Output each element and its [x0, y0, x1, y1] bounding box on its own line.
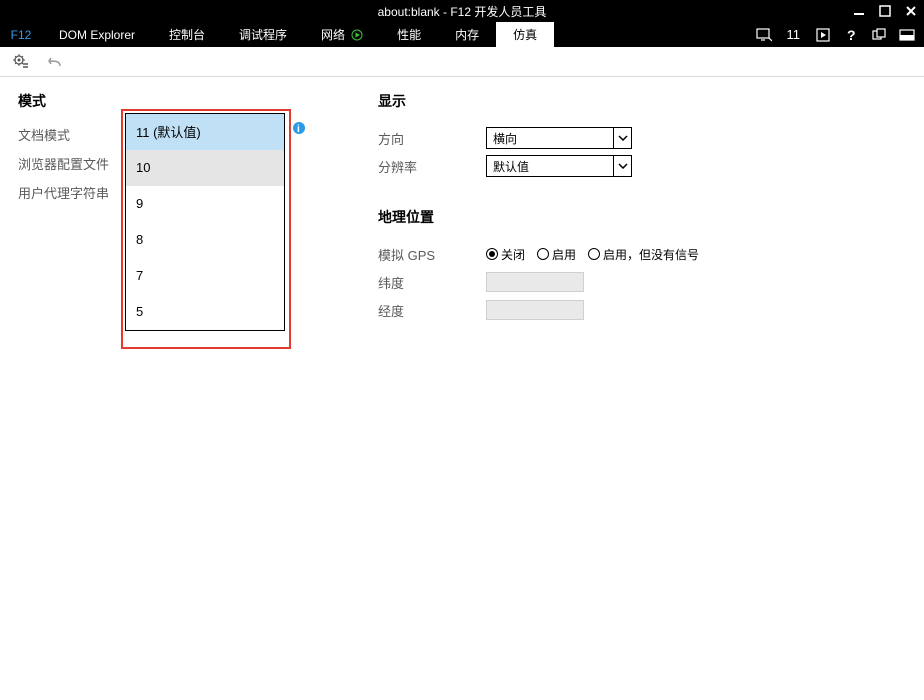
radio-icon	[486, 248, 498, 260]
dock-icon[interactable]	[894, 22, 920, 47]
emulation-toolbar	[0, 47, 924, 77]
orientation-select[interactable]: 横向	[486, 127, 632, 149]
minimize-button[interactable]	[846, 0, 872, 22]
window-title: about:blank - F12 开发人员工具	[378, 3, 547, 20]
gps-on-radio[interactable]: 启用	[537, 246, 576, 263]
tabbar-right: 11 ?	[751, 22, 924, 47]
settings-icon[interactable]	[10, 51, 32, 73]
resolution-select[interactable]: 默认值	[486, 155, 632, 177]
mode-title: 模式	[18, 91, 378, 111]
target-icon[interactable]	[810, 22, 836, 47]
longitude-label: 经度	[378, 301, 486, 320]
undock-icon[interactable]	[866, 22, 892, 47]
main-tabbar: F12 DOM Explorer 控制台 调试程序 网络 性能 内存 仿真 11…	[0, 22, 924, 47]
play-icon	[351, 29, 363, 41]
tab-emulation[interactable]: 仿真	[496, 22, 554, 47]
dropdown-item[interactable]: 5	[126, 294, 284, 330]
display-title: 显示	[378, 91, 798, 111]
svg-text:i: i	[297, 124, 300, 135]
radio-icon	[537, 248, 549, 260]
tab-debugger[interactable]: 调试程序	[222, 22, 304, 47]
chevron-down-icon	[613, 156, 631, 176]
tab-performance[interactable]: 性能	[380, 22, 438, 47]
display-section: 显示 方向 横向 分辨率 默认值 地理位置 模拟 GPS	[378, 91, 798, 325]
chevron-down-icon	[613, 128, 631, 148]
gps-label: 模拟 GPS	[378, 245, 486, 264]
gps-radio-group: 关闭 启用 启用，但没有信号	[486, 246, 699, 263]
tab-console[interactable]: 控制台	[152, 22, 222, 47]
window-titlebar: about:blank - F12 开发人员工具	[0, 0, 924, 22]
dropdown-item[interactable]: 11 (默认值)	[126, 114, 284, 150]
help-button[interactable]: ?	[838, 22, 864, 47]
dropdown-item[interactable]: 9	[126, 186, 284, 222]
tab-dom-explorer[interactable]: DOM Explorer	[42, 22, 152, 47]
doc-mode-dropdown-wrap: 11 (默认值) 10 9 8 7 5 i	[125, 113, 285, 331]
window-controls	[846, 0, 924, 22]
screen-icon[interactable]	[751, 22, 777, 47]
gps-on-nosignal-radio[interactable]: 启用，但没有信号	[588, 246, 699, 263]
gps-off-radio[interactable]: 关闭	[486, 246, 525, 263]
resolution-label: 分辨率	[378, 157, 486, 176]
tab-memory[interactable]: 内存	[438, 22, 496, 47]
maximize-button[interactable]	[872, 0, 898, 22]
svg-text:?: ?	[847, 28, 856, 42]
doc-mode-dropdown[interactable]: 11 (默认值) 10 9 8 7 5	[125, 113, 285, 331]
close-button[interactable]	[898, 0, 924, 22]
dropdown-item[interactable]: 10	[126, 150, 284, 186]
latitude-input[interactable]	[486, 272, 584, 292]
longitude-input[interactable]	[486, 300, 584, 320]
tab-network[interactable]: 网络	[304, 22, 380, 47]
f12-label: F12	[0, 22, 42, 47]
undo-icon[interactable]	[44, 51, 66, 73]
radio-icon	[588, 248, 600, 260]
doc-mode-indicator: 11	[779, 27, 809, 42]
latitude-label: 纬度	[378, 273, 486, 292]
geolocation-section: 地理位置 模拟 GPS 关闭 启用 启用，但没有信号	[378, 207, 798, 323]
mode-section: 模式 文档模式 浏览器配置文件 用户代理字符串 11 (默认值) 10 9 8 …	[18, 91, 378, 325]
dropdown-item[interactable]: 7	[126, 258, 284, 294]
dropdown-item[interactable]: 8	[126, 222, 284, 258]
info-icon[interactable]: i	[292, 121, 306, 135]
emulation-content: 模式 文档模式 浏览器配置文件 用户代理字符串 11 (默认值) 10 9 8 …	[0, 77, 924, 339]
orientation-label: 方向	[378, 129, 486, 148]
geo-title: 地理位置	[378, 207, 798, 227]
